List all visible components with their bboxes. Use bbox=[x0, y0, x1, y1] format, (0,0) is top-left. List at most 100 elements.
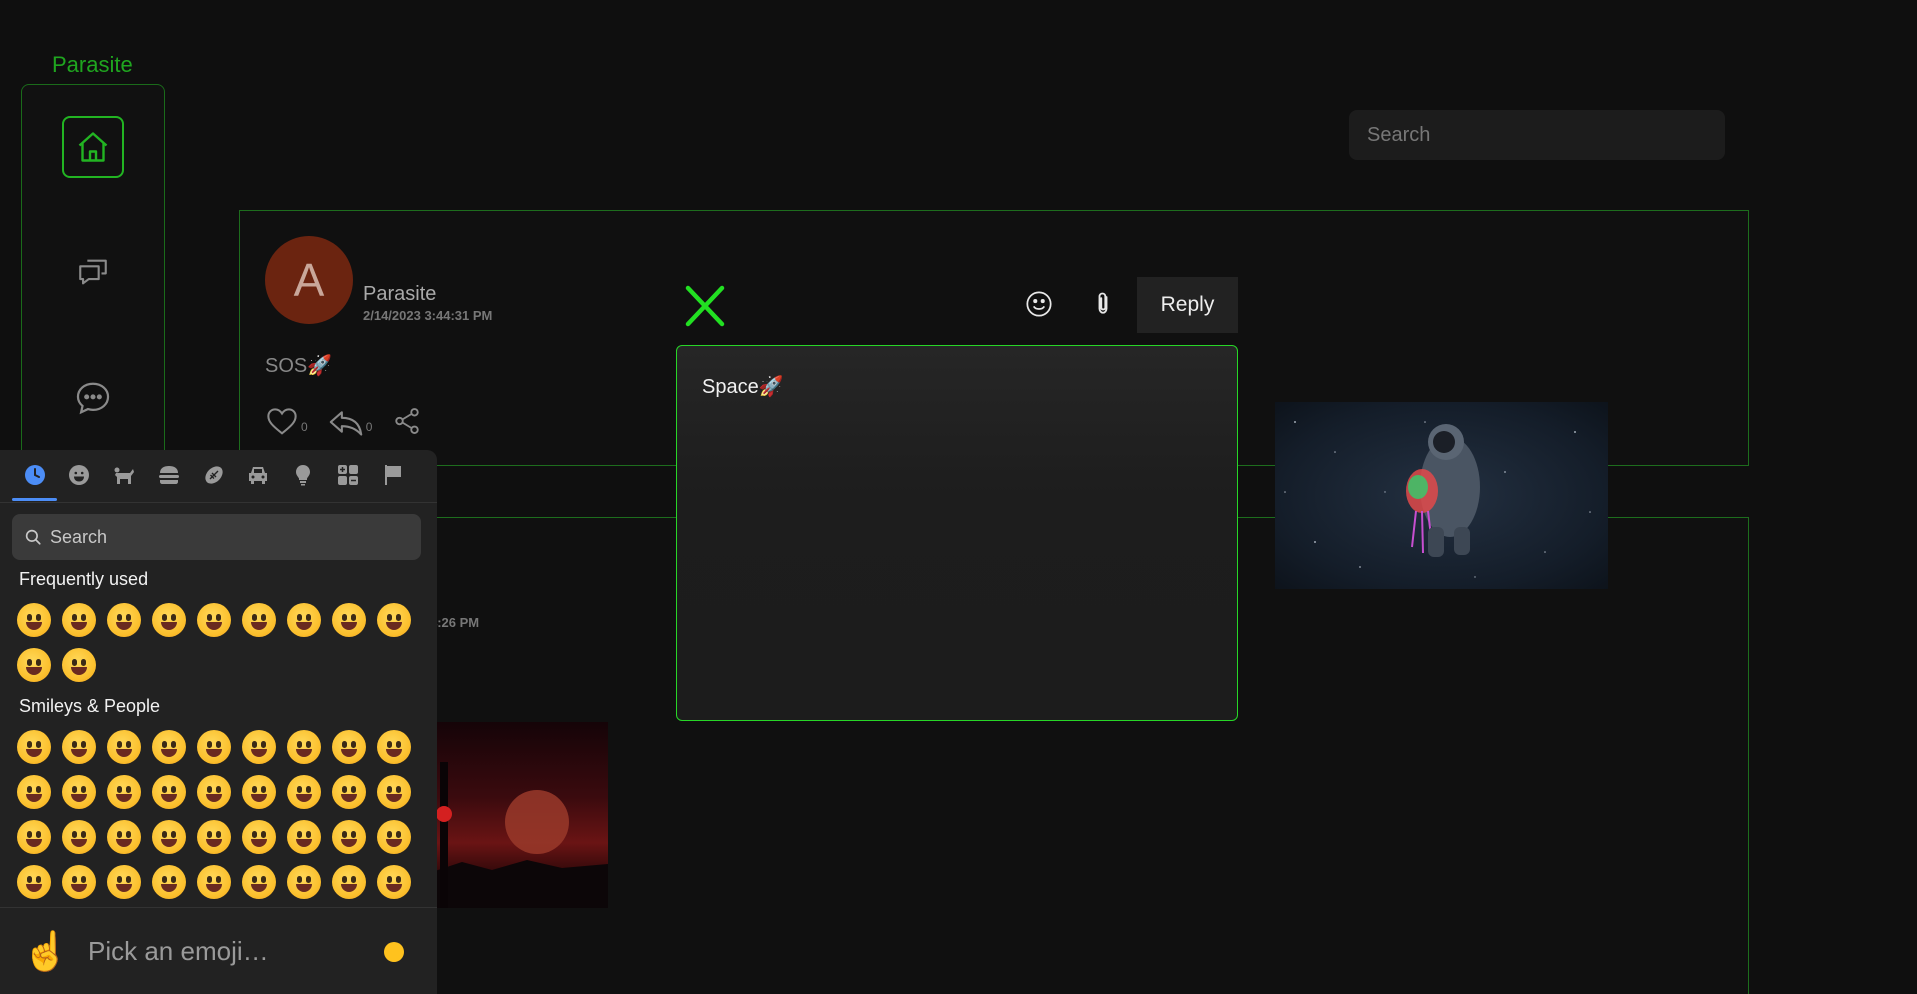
post-timestamp: 2/14/2023 3:44:31 PM bbox=[363, 308, 493, 323]
post-author[interactable]: Parasite bbox=[363, 283, 436, 306]
skin-tone-button[interactable] bbox=[384, 942, 404, 962]
post-actions: 0 0 bbox=[265, 406, 422, 436]
like-count: 0 bbox=[301, 420, 308, 434]
search-icon bbox=[25, 529, 41, 545]
sidebar bbox=[21, 84, 165, 504]
home-icon bbox=[78, 132, 108, 162]
emoji-button[interactable] bbox=[287, 775, 321, 809]
emoji-button[interactable] bbox=[107, 775, 141, 809]
flags-icon[interactable] bbox=[380, 462, 406, 488]
emoji-button[interactable] bbox=[197, 775, 231, 809]
emoji-button[interactable] bbox=[332, 820, 366, 854]
reply-count: 0 bbox=[365, 420, 373, 434]
recent-icon[interactable] bbox=[22, 462, 48, 488]
emoji-button[interactable] bbox=[287, 603, 321, 637]
emoji-button[interactable] bbox=[62, 820, 96, 854]
reply-text: Space🚀 bbox=[702, 376, 784, 398]
paperclip-icon[interactable] bbox=[1089, 290, 1117, 318]
emoji-button[interactable] bbox=[17, 775, 51, 809]
active-category-indicator bbox=[12, 498, 57, 501]
emoji-button[interactable] bbox=[62, 730, 96, 764]
animal-icon[interactable] bbox=[111, 462, 137, 488]
emoji-button[interactable] bbox=[17, 820, 51, 854]
emoji-picker-toggle-icon[interactable] bbox=[1025, 290, 1053, 318]
emoji-preview-label: Pick an emoji… bbox=[88, 936, 269, 966]
post-text: SOS🚀 bbox=[265, 355, 333, 377]
emoji-picker: Frequently used Smileys & People ☝️ Pick… bbox=[0, 450, 437, 994]
reply-action-button[interactable]: 0 bbox=[328, 408, 373, 436]
reply-textarea[interactable]: Space🚀 bbox=[676, 345, 1238, 721]
emoji-button[interactable] bbox=[242, 865, 276, 899]
emoji-button[interactable] bbox=[62, 775, 96, 809]
emoji-button[interactable] bbox=[107, 820, 141, 854]
nav-chats-button[interactable] bbox=[62, 241, 124, 303]
emoji-button[interactable] bbox=[107, 865, 141, 899]
emoji-category-bar bbox=[0, 450, 437, 503]
reply-dialog: Reply Space🚀 bbox=[676, 275, 1238, 727]
chats-icon bbox=[79, 259, 107, 285]
sunset-image[interactable] bbox=[432, 722, 608, 908]
emoji-button[interactable] bbox=[287, 865, 321, 899]
avatar[interactable]: A bbox=[265, 236, 353, 324]
emoji-button[interactable] bbox=[287, 730, 321, 764]
emoji-button[interactable] bbox=[242, 730, 276, 764]
emoji-button[interactable] bbox=[152, 865, 186, 899]
brand-logo[interactable]: Parasite bbox=[52, 52, 133, 78]
emoji-button[interactable] bbox=[332, 865, 366, 899]
smiley-icon[interactable] bbox=[66, 462, 92, 488]
activity-icon[interactable] bbox=[201, 462, 227, 488]
emoji-button[interactable] bbox=[17, 865, 51, 899]
emoji-button[interactable] bbox=[332, 603, 366, 637]
emoji-button[interactable] bbox=[17, 603, 51, 637]
emoji-button[interactable] bbox=[197, 865, 231, 899]
food-icon[interactable] bbox=[156, 462, 182, 488]
emoji-button[interactable] bbox=[332, 730, 366, 764]
emoji-button[interactable] bbox=[107, 603, 141, 637]
emoji-search-input[interactable] bbox=[50, 514, 410, 560]
emoji-button[interactable] bbox=[197, 603, 231, 637]
heart-icon bbox=[267, 408, 297, 435]
emoji-button[interactable] bbox=[377, 865, 411, 899]
symbols-icon[interactable] bbox=[335, 462, 361, 488]
emoji-button[interactable] bbox=[152, 603, 186, 637]
share-icon bbox=[395, 408, 420, 434]
message-dots-icon bbox=[76, 382, 110, 415]
emoji-button[interactable] bbox=[152, 775, 186, 809]
page: Parasite A Parasite 2/14/2023 3:44:31 PM… bbox=[0, 0, 1917, 994]
emoji-button[interactable] bbox=[377, 775, 411, 809]
nav-messages-button[interactable] bbox=[62, 367, 124, 429]
share-button[interactable] bbox=[392, 406, 422, 436]
emoji-button[interactable] bbox=[107, 730, 141, 764]
reply-button[interactable]: Reply bbox=[1137, 277, 1238, 333]
emoji-button[interactable] bbox=[287, 820, 321, 854]
reply-icon bbox=[329, 411, 362, 436]
objects-icon[interactable] bbox=[290, 462, 316, 488]
emoji-button[interactable] bbox=[332, 775, 366, 809]
emoji-button[interactable] bbox=[242, 603, 276, 637]
emoji-button[interactable] bbox=[242, 775, 276, 809]
emoji-search-field[interactable] bbox=[12, 514, 421, 560]
travel-icon[interactable] bbox=[245, 462, 271, 488]
emoji-button[interactable] bbox=[377, 603, 411, 637]
emoji-button[interactable] bbox=[377, 820, 411, 854]
emoji-button[interactable] bbox=[197, 820, 231, 854]
emoji-button[interactable] bbox=[152, 730, 186, 764]
post-timestamp: 4:26 PM bbox=[430, 615, 480, 630]
emoji-button[interactable] bbox=[242, 820, 276, 854]
emoji-button[interactable] bbox=[62, 865, 96, 899]
emoji-preview-bar: ☝️ Pick an emoji… bbox=[0, 907, 437, 994]
emoji-button[interactable] bbox=[17, 730, 51, 764]
search-input[interactable] bbox=[1349, 110, 1725, 160]
emoji-button[interactable] bbox=[62, 603, 96, 637]
frequently-used-heading: Frequently used bbox=[19, 569, 149, 589]
emoji-button[interactable] bbox=[377, 730, 411, 764]
emoji-button[interactable] bbox=[197, 730, 231, 764]
emoji-button[interactable] bbox=[62, 648, 96, 682]
nav-home-button[interactable] bbox=[62, 116, 124, 178]
emoji-preview: ☝️ bbox=[22, 931, 70, 973]
astronaut-image[interactable] bbox=[1275, 402, 1608, 589]
close-icon[interactable] bbox=[685, 284, 725, 328]
emoji-button[interactable] bbox=[152, 820, 186, 854]
emoji-button[interactable] bbox=[17, 648, 51, 682]
like-button[interactable]: 0 bbox=[265, 406, 308, 436]
